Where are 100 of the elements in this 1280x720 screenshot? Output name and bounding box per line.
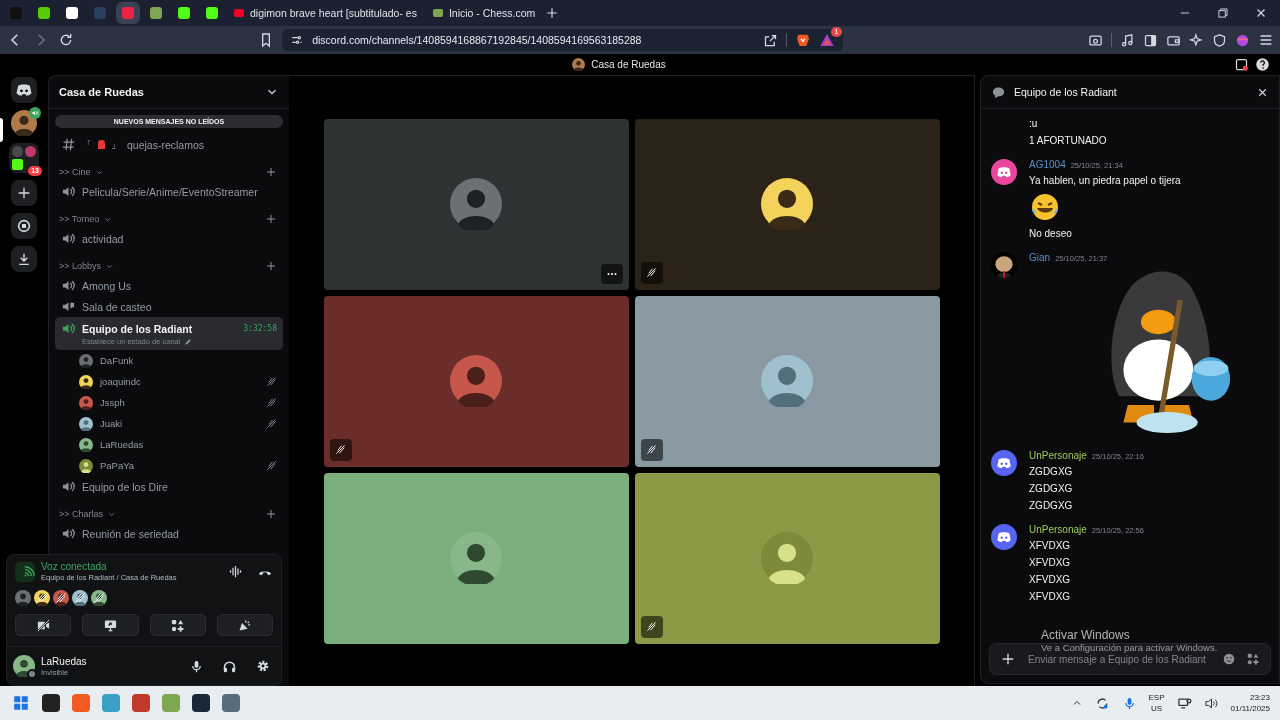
settings-icon[interactable] [255,658,271,674]
globe-icon[interactable] [1235,32,1250,48]
avatar[interactable] [991,450,1017,476]
user-name[interactable]: LaRuedas [41,655,87,667]
channel-item[interactable]: Sala de casteo [55,296,283,317]
reload-icon[interactable] [58,32,74,48]
channel-item[interactable]: Equipo de los Dire [55,476,283,497]
more-button[interactable] [600,263,623,284]
home-button[interactable] [11,77,37,103]
sidebar-icon[interactable] [1143,32,1158,48]
category-label[interactable]: >> Torneo [59,214,100,224]
music-icon[interactable] [1120,32,1135,48]
camera-button[interactable] [15,614,72,636]
stage-icon [61,299,76,314]
category-label[interactable]: >> Lobbys [59,261,102,271]
add-channel-icon[interactable] [265,166,277,178]
author-name[interactable]: UnPersonaje [1029,524,1087,535]
headphones-icon[interactable] [222,658,237,674]
pencil-icon[interactable] [184,337,193,346]
screen-share-button[interactable] [82,614,139,636]
message-input[interactable]: Enviar mensaje a Equipo de los Radiant [1026,652,1212,666]
clock[interactable]: 23:23 01/11/2025 [1230,692,1270,714]
language-indicator[interactable]: ESP US [1148,692,1165,714]
menu-icon[interactable] [1258,32,1274,48]
add-server-button[interactable] [11,180,37,206]
reader-icon[interactable] [1088,32,1103,48]
notification-badge: 1 [831,27,842,37]
taskbar-app-icon[interactable] [192,694,210,712]
voice-member[interactable]: PaPaYa [55,455,283,476]
avatar[interactable] [991,159,1017,185]
triangle-icon[interactable] [818,32,835,48]
taskbar-app-icon[interactable] [222,694,240,712]
help-icon[interactable] [1255,57,1270,72]
discover-button[interactable] [11,213,37,239]
message-text: ZGDGXG [1029,465,1073,479]
author-name[interactable]: AG1004 [1029,159,1066,170]
message-text: XFVDXG [1029,539,1071,553]
video-tile[interactable] [634,472,940,644]
start-icon[interactable] [12,694,30,712]
taskbar-app-icon[interactable] [42,694,60,712]
voice-activity-icon[interactable] [228,564,243,579]
server-name[interactable]: Casa de Ruedas [59,86,144,98]
voice-member[interactable]: LaRuedas [55,434,283,455]
share-icon[interactable] [762,32,778,48]
avatar [761,532,813,584]
add-channel-icon[interactable] [265,213,277,225]
muted-icon [335,444,346,455]
channel-item[interactable]: actividad [55,228,283,249]
avatar[interactable] [991,524,1017,550]
video-tile[interactable] [323,472,629,644]
message-text: No deseo [1029,227,1072,241]
add-icon[interactable] [1000,651,1016,667]
address-bar[interactable]: discord.com/channels/1408594168867192845/1408594169563185288 1 [282,29,843,51]
video-tile[interactable] [323,118,629,290]
voice-member[interactable]: Juaki [55,413,283,434]
download-button[interactable] [11,246,37,272]
avatar [450,355,502,407]
author-name[interactable]: Gian [1029,252,1051,263]
voice-member[interactable]: joaquindc [55,371,283,392]
category-label[interactable]: >> Charlas [59,509,104,519]
inbox-icon[interactable] [1234,57,1249,72]
message-text: ZGDGXG [1029,499,1073,513]
bracket: 「 [82,137,92,152]
compass-icon [16,218,32,234]
server-icon [11,110,37,136]
browser-tab[interactable]: Inicio - Chess.com [426,2,542,24]
speaker-icon [61,231,76,246]
shield-icon[interactable] [1212,32,1227,48]
add-channel-icon[interactable] [265,260,277,272]
sparkle-icon[interactable] [1189,32,1204,48]
soundboard-button[interactable] [216,614,273,636]
message-text: XFVDXG [1029,556,1071,570]
apps-icon[interactable] [1246,652,1260,666]
video-tile[interactable] [634,118,940,290]
voice-member[interactable]: DaFunk [55,350,283,371]
channel-item[interactable]: Pelicula/Serie/Anime/EventoStreamer [55,181,283,202]
author-name[interactable]: UnPersonaje [1029,450,1087,461]
channel-name: Pelicula/Serie/Anime/EventoStreamer [82,185,258,198]
category-label[interactable]: >> Cine [59,167,91,177]
browser-tab[interactable]: digimon brave heart [subtitulado- es [228,2,423,24]
emoji-icon[interactable] [1222,652,1236,666]
microphone-icon[interactable] [189,658,204,674]
channel-name: quejas-reclamos [127,138,205,151]
new-tab-icon[interactable] [545,6,560,20]
site-settings-icon[interactable] [290,33,305,47]
video-tile[interactable] [323,295,629,467]
add-channel-icon[interactable] [265,508,277,520]
video-tile[interactable] [634,295,940,467]
channel-item[interactable]: Among Us [55,275,283,296]
volume-icon[interactable] [1203,695,1219,711]
channel-name: Equipo de los Radiant [82,322,193,335]
url-text: discord.com/channels/1408594168867192845/1408594169563185288 [312,34,642,46]
restore-icon[interactable] [1216,6,1230,20]
channel-item[interactable]: Reunión de seriedad [55,523,283,544]
activities-button[interactable] [149,614,206,636]
network-icon[interactable] [1176,695,1192,711]
voice-member[interactable]: Jssph [55,392,283,413]
message-text: ZGDGXG [1029,482,1073,496]
channel-item[interactable]: 「 」 quejas-reclamos [55,134,283,155]
connection-indicator[interactable] [15,561,35,582]
